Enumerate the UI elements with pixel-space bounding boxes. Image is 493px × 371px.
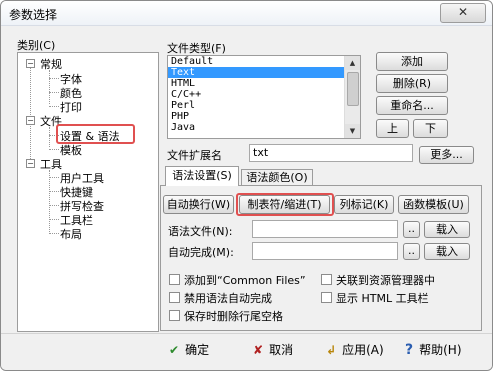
tree-node-print[interactable]: 打印 (60, 99, 82, 115)
apply-arrow-icon: ↲ (326, 343, 337, 357)
help-button[interactable]: ? 帮助(H) (405, 339, 462, 361)
tree-line (49, 177, 59, 178)
more-button[interactable]: 更多... (419, 146, 474, 164)
disable-autocomplete-label: 禁用语法自动完成 (184, 292, 272, 305)
preferences-dialog: 参数选择 ✕ 类别(C) − 常规 字体 颜色 打印 − 文件 设置 & 语法 … (0, 0, 493, 371)
strip-trailing-label: 保存时删除行尾空格 (184, 310, 283, 323)
assoc-explorer-checkbox[interactable] (321, 274, 332, 285)
load-autocomplete-button[interactable]: 载入 (424, 243, 470, 260)
tree-line (49, 70, 50, 104)
ok-button[interactable]: ✔ 确定 (169, 339, 209, 361)
tree-line (49, 127, 50, 147)
show-html-toolbar-label: 显示 HTML 工具栏 (336, 292, 429, 305)
filetype-list[interactable]: Default Text HTML C/C++ Perl PHP Java ▲ ▼ (167, 55, 361, 139)
syntax-file-input[interactable] (252, 220, 398, 238)
category-label: 类别(C) (17, 39, 56, 52)
checkmark-icon: ✔ (169, 343, 180, 357)
tree-line (49, 219, 59, 220)
function-template-button[interactable]: 函数模板(U) (398, 195, 469, 214)
tree-line (49, 191, 59, 192)
tree-node-tools[interactable]: 工具 (40, 156, 62, 172)
filetype-items: Default Text HTML C/C++ Perl PHP Java (168, 56, 360, 133)
browse-autocomplete-button[interactable]: .. (403, 243, 420, 260)
window-title: 参数选择 (9, 8, 58, 22)
autocomplete-label: 自动完成(M): (168, 246, 234, 259)
tree-line (30, 65, 31, 165)
assoc-explorer-label: 关联到资源管理器中 (336, 274, 435, 287)
close-button[interactable]: ✕ (440, 3, 486, 23)
add-common-files-label: 添加到“Common Files” (184, 274, 306, 287)
add-button[interactable]: 添加 (376, 52, 448, 71)
autocomplete-input[interactable] (252, 242, 398, 260)
category-tree[interactable]: − 常规 字体 颜色 打印 − 文件 设置 & 语法 模板 − 工具 用户工具 … (17, 52, 159, 332)
move-up-button[interactable]: 上 (376, 119, 409, 138)
filetype-label: 文件类型(F) (167, 42, 226, 55)
title-bar: 参数选择 ✕ (1, 1, 492, 26)
filetype-item[interactable]: C/C++ (168, 89, 360, 100)
extension-label: 文件扩展名 (167, 149, 222, 162)
filetype-item[interactable]: HTML (168, 78, 360, 89)
collapse-icon[interactable]: − (26, 116, 35, 125)
tree-line (49, 170, 50, 232)
browse-syntax-button[interactable]: .. (403, 221, 420, 238)
tree-line (49, 233, 59, 234)
filetype-item[interactable]: Text (168, 67, 360, 78)
scroll-thumb[interactable] (347, 72, 359, 106)
apply-button[interactable]: ↲ 应用(A) (326, 339, 384, 361)
highlight-box (56, 124, 135, 144)
add-common-files-checkbox[interactable] (169, 274, 180, 285)
auto-wrap-button[interactable]: 自动换行(W) (163, 195, 234, 214)
disable-autocomplete-checkbox[interactable] (169, 292, 180, 303)
tree-line (49, 106, 59, 107)
filetype-item[interactable]: Default (168, 56, 360, 67)
filetype-item[interactable]: Java (168, 122, 360, 133)
syntax-file-label: 语法文件(N): (168, 225, 233, 238)
scrollbar[interactable]: ▲ ▼ (344, 56, 360, 138)
extension-input[interactable]: txt (249, 144, 413, 162)
tree-node-template[interactable]: 模板 (60, 142, 82, 158)
highlight-box (236, 193, 334, 216)
cancel-label: 取消 (269, 343, 294, 357)
cross-icon: ✘ (253, 343, 264, 357)
apply-label: 应用(A) (342, 343, 384, 357)
tree-line (49, 92, 59, 93)
column-marker-button[interactable]: 列标记(K) (334, 195, 394, 214)
collapse-icon[interactable]: − (26, 159, 35, 168)
tree-line (49, 149, 59, 150)
show-html-toolbar-checkbox[interactable] (321, 292, 332, 303)
tree-line (49, 78, 59, 79)
tab-syntax-settings[interactable]: 语法设置(S) (165, 166, 239, 186)
collapse-icon[interactable]: − (26, 59, 35, 68)
filetype-item[interactable]: Perl (168, 100, 360, 111)
rename-button[interactable]: 重命名... (376, 96, 448, 115)
load-syntax-button[interactable]: 载入 (424, 221, 470, 238)
tree-node-general[interactable]: 常规 (40, 56, 62, 72)
filetype-item[interactable]: PHP (168, 111, 360, 122)
strip-trailing-checkbox[interactable] (169, 310, 180, 321)
ok-label: 确定 (185, 343, 210, 357)
move-down-button[interactable]: 下 (413, 119, 448, 138)
cancel-button[interactable]: ✘ 取消 (253, 339, 293, 361)
help-icon: ? (405, 342, 414, 358)
tab-syntax-color[interactable]: 语法颜色(O) (241, 169, 313, 186)
tree-line (49, 205, 59, 206)
scroll-up-icon[interactable]: ▲ (345, 56, 360, 70)
tree-node-layout[interactable]: 布局 (60, 226, 82, 242)
delete-button[interactable]: 删除(R) (376, 74, 448, 93)
help-label: 帮助(H) (419, 343, 462, 357)
close-icon: ✕ (457, 5, 469, 19)
scroll-down-icon[interactable]: ▼ (345, 124, 360, 138)
